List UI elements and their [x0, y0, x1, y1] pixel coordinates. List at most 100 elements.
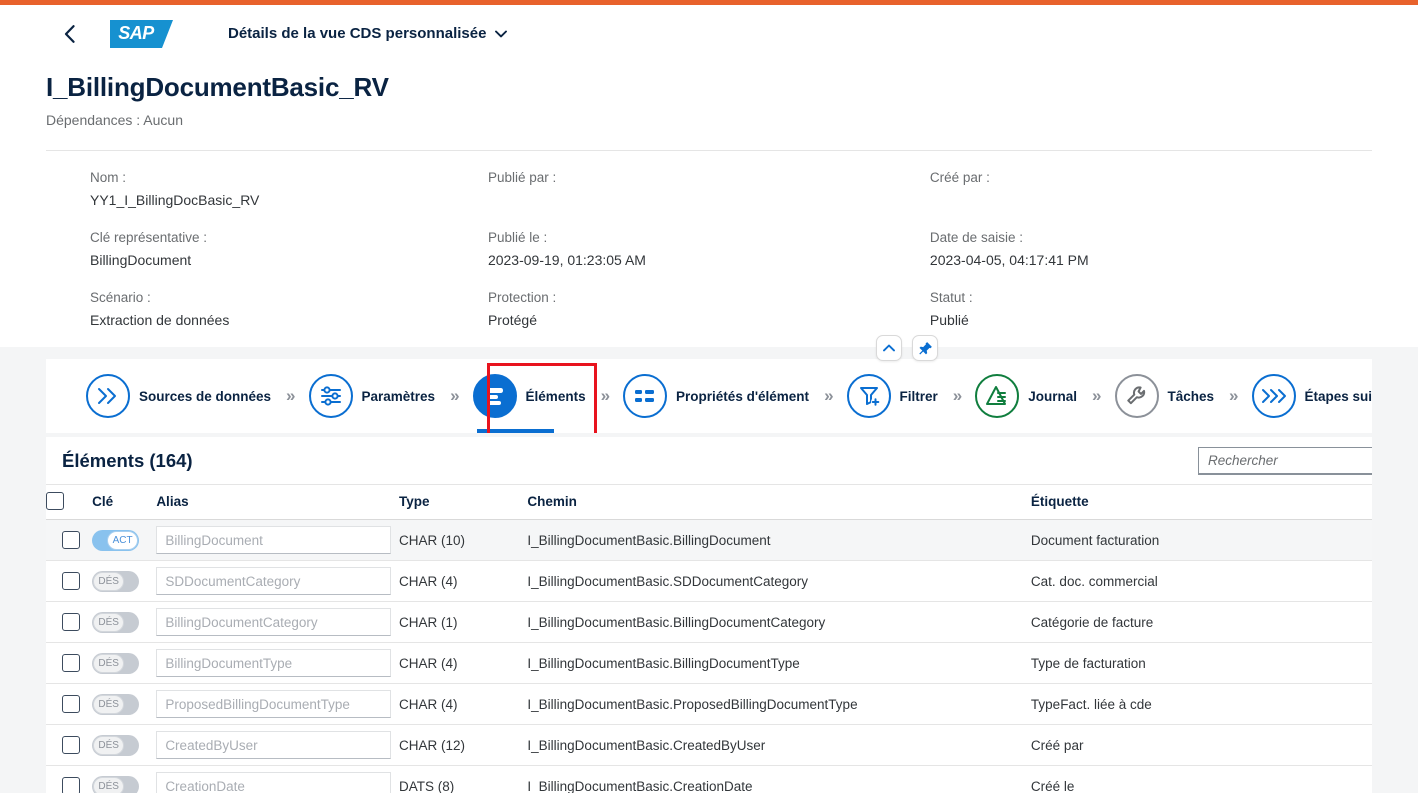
row-path-cell: I_BillingDocumentBasic.BillingDocumentTy… — [527, 642, 1031, 684]
wizard-step-journal[interactable]: Journal — [973, 359, 1079, 433]
row-checkbox[interactable] — [62, 531, 80, 549]
pin-icon — [918, 341, 932, 354]
fact-value: 2023-09-19, 01:23:05 AM — [487, 252, 646, 268]
row-select-cell — [46, 560, 93, 602]
fact-value: BillingDocument — [90, 252, 192, 268]
key-toggle[interactable]: ACT — [92, 529, 140, 551]
wizard-separator: » — [952, 386, 963, 405]
fact-value: Protégé — [487, 312, 537, 328]
row-label-cell: Créé le — [1030, 765, 1372, 793]
wizard-separator: » — [450, 386, 460, 405]
row-select-cell — [46, 519, 93, 561]
fact-cree-par: Créé par : — [930, 169, 1372, 211]
collapse-header-button[interactable] — [876, 335, 902, 361]
row-path-cell: I_BillingDocumentBasic.ProposedBillingDo… — [527, 683, 1031, 725]
pin-header-button[interactable] — [912, 335, 938, 361]
column-header-cle[interactable]: Clé — [92, 484, 157, 520]
wizard-step-filtrer[interactable]: Filtrer — [845, 359, 940, 433]
column-header-alias[interactable]: Alias — [156, 484, 400, 520]
table-title: Éléments (164) — [62, 449, 193, 471]
row-key-cell: DÉS — [92, 642, 157, 684]
row-checkbox[interactable] — [62, 572, 80, 590]
key-toggle-label: DÉS — [93, 735, 125, 755]
row-alias-cell — [156, 519, 400, 561]
key-toggle[interactable]: DÉS — [92, 652, 140, 674]
row-type-cell: CHAR (10) — [399, 519, 528, 561]
wizard-step-elements[interactable]: Éléments — [471, 359, 588, 433]
alias-input[interactable] — [156, 608, 392, 636]
sliders-settings-icon — [308, 374, 353, 418]
select-all-checkbox[interactable] — [46, 492, 64, 510]
page-title: I_BillingDocumentBasic_RV — [46, 72, 389, 102]
row-label-cell: TypeFact. liée à cde — [1030, 683, 1372, 725]
row-select-cell — [46, 765, 93, 793]
table-row[interactable]: DÉS CHAR (4) I_BillingDocumentBasic.Prop… — [46, 683, 1372, 725]
table-row[interactable]: DÉS CHAR (1) I_BillingDocumentBasic.Bill… — [46, 601, 1372, 643]
row-select-cell — [46, 642, 93, 684]
row-type-cell: CHAR (12) — [399, 724, 528, 766]
table-row[interactable]: DÉS CHAR (12) I_BillingDocumentBasic.Cre… — [46, 724, 1372, 766]
app-title-dropdown[interactable]: Détails de la vue CDS personnalisée — [228, 25, 508, 42]
row-checkbox[interactable] — [62, 654, 80, 672]
search-field[interactable] — [1198, 447, 1372, 475]
row-checkbox[interactable] — [62, 777, 80, 793]
table-body: ACT CHAR (10) I_BillingDocumentBasic.Bil… — [46, 519, 1372, 793]
alias-input[interactable] — [156, 731, 392, 759]
key-toggle[interactable]: DÉS — [92, 775, 140, 793]
wizard-step-parametres[interactable]: Paramètres — [307, 359, 438, 433]
row-checkbox[interactable] — [62, 736, 80, 754]
alias-input[interactable] — [156, 567, 392, 595]
fact-label: Date de saisie : — [929, 230, 1023, 245]
fact-value: YY1_I_BillingDocBasic_RV — [90, 192, 260, 208]
table-row[interactable]: DÉS CHAR (4) I_BillingDocumentBasic.SDDo… — [46, 560, 1372, 602]
alias-input[interactable] — [156, 649, 392, 677]
key-toggle[interactable]: DÉS — [92, 693, 140, 715]
fact-label: Clé représentative : — [90, 230, 208, 245]
header-facts: Nom : YY1_I_BillingDocBasic_RV Clé repré… — [46, 151, 1372, 347]
elements-table: Clé Alias Type Chemin Étiquette ACT Bill… — [46, 484, 1372, 793]
wizard-step-label: Filtrer — [899, 388, 938, 404]
row-alias-cell — [156, 683, 400, 725]
facts-column-1: Nom : YY1_I_BillingDocBasic_RV Clé repré… — [46, 169, 488, 331]
key-toggle-label: DÉS — [93, 653, 125, 673]
table-row[interactable]: DÉS CHAR (4) I_BillingDocumentBasic.Bill… — [46, 642, 1372, 684]
wizard-step-proprietes-delement[interactable]: Propriétés d'élément — [621, 359, 811, 433]
key-toggle-label: DÉS — [93, 694, 125, 714]
sap-logo[interactable]: SAP — [110, 19, 173, 48]
fact-scenario: Scénario : Extraction de données — [90, 289, 488, 331]
fact-value: Publié — [929, 312, 969, 328]
wizard-step-taches[interactable]: Tâches — [1113, 359, 1217, 433]
column-header-chemin[interactable]: Chemin — [527, 484, 1031, 520]
alias-input[interactable] — [156, 772, 392, 793]
row-type-cell: CHAR (4) — [399, 642, 528, 684]
wizard-separator: » — [600, 386, 611, 405]
object-page-header: I_BillingDocumentBasic_RV Dépendances : … — [0, 62, 1418, 361]
row-checkbox[interactable] — [62, 613, 80, 631]
table-head: Clé Alias Type Chemin Étiquette — [46, 484, 1372, 520]
row-alias-cell — [156, 724, 400, 766]
double-chevron-right-circle-icon — [86, 374, 130, 418]
wizard-step-sources-de-donnees[interactable]: Sources de données — [84, 359, 273, 433]
row-checkbox[interactable] — [62, 695, 80, 713]
wizard-separator: » — [1092, 386, 1102, 405]
alias-input[interactable] — [156, 526, 392, 554]
wizard-step-etapes-suivantes[interactable]: Étapes suivantes — [1250, 359, 1372, 433]
back-button[interactable] — [56, 21, 82, 47]
fact-publie-le: Publié le : 2023-09-19, 01:23:05 AM — [488, 229, 930, 271]
list-items-icon — [472, 374, 517, 418]
column-header-etiquette[interactable]: Étiquette — [1030, 484, 1372, 520]
table-row[interactable]: DÉS DATS (8) I_BillingDocumentBasic.Crea… — [46, 765, 1372, 793]
fact-label: Scénario : — [90, 290, 151, 305]
alias-input[interactable] — [156, 690, 392, 718]
key-toggle[interactable]: DÉS — [92, 611, 140, 633]
search-input[interactable] — [1208, 453, 1372, 468]
table-rows-icon — [623, 374, 668, 418]
warning-log-icon — [975, 374, 1020, 418]
column-header-type[interactable]: Type — [399, 484, 528, 520]
row-type-cell: CHAR (1) — [399, 601, 528, 643]
key-toggle[interactable]: DÉS — [92, 570, 140, 592]
key-toggle[interactable]: DÉS — [92, 734, 140, 756]
table-row[interactable]: ACT CHAR (10) I_BillingDocumentBasic.Bil… — [46, 519, 1372, 561]
row-alias-cell — [156, 642, 400, 684]
row-select-cell — [46, 724, 93, 766]
